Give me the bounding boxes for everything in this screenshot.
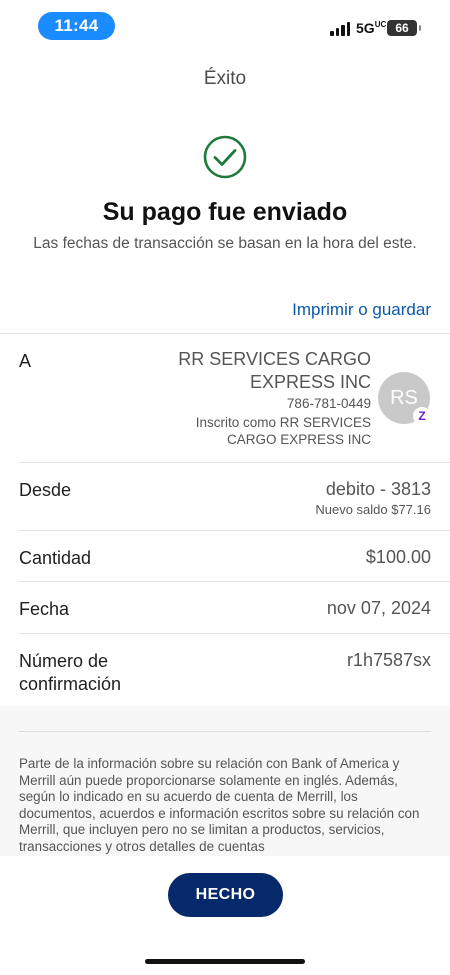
- home-indicator[interactable]: [145, 959, 305, 964]
- success-check-icon: [203, 135, 247, 179]
- divider: [19, 530, 450, 531]
- confirmation-number-label-line1: Número de: [19, 651, 109, 671]
- divider: [19, 581, 450, 582]
- disclaimer-text: Parte de la información sobre su relació…: [19, 756, 420, 854]
- payee-label: A: [19, 351, 32, 371]
- divider: [19, 633, 450, 634]
- confirmation-number-label: Número de confirmación: [19, 650, 121, 696]
- payee-phone: 786-781-0449: [286, 396, 371, 411]
- signal-icon: [330, 22, 350, 36]
- network-indicator: 5GUC: [356, 20, 386, 36]
- timezone-note: Las fechas de transacción se basan en la…: [33, 235, 417, 252]
- divider: [19, 462, 450, 463]
- date-label: Fecha: [19, 599, 70, 619]
- date-value: nov 07, 2024: [326, 598, 431, 618]
- new-balance: Nuevo saldo $77.16: [315, 502, 431, 517]
- payee-name: RR SERVICES CARGO EXPRESS INC: [178, 349, 371, 392]
- print-or-save-link[interactable]: Imprimir o guardar: [292, 300, 431, 320]
- status-bar: 11:44 5GUC 66: [0, 0, 450, 52]
- zelle-icon: Z: [413, 407, 431, 425]
- confirmation-number-value: r1h7587sx: [346, 650, 431, 670]
- amount-label: Cantidad: [19, 548, 92, 568]
- network-suffix: UC: [374, 20, 387, 29]
- amount-value: $100.00: [365, 547, 431, 567]
- divider: [19, 731, 431, 732]
- from-label: Desde: [19, 480, 72, 500]
- payee-enrolled-as: Inscrito como RR SERVICES CARGO EXPRESS …: [195, 415, 371, 447]
- page-title: Éxito: [203, 68, 247, 89]
- success-headline: Su pago fue enviado: [102, 198, 348, 226]
- status-time[interactable]: 11:44: [38, 12, 115, 40]
- confirmation-number-label-line2: confirmación: [19, 674, 122, 694]
- battery-icon: 66: [387, 20, 421, 36]
- divider: [0, 333, 450, 334]
- done-button[interactable]: HECHO: [168, 873, 283, 917]
- network-type: 5G: [356, 20, 375, 36]
- from-account: debito - 3813: [325, 479, 431, 499]
